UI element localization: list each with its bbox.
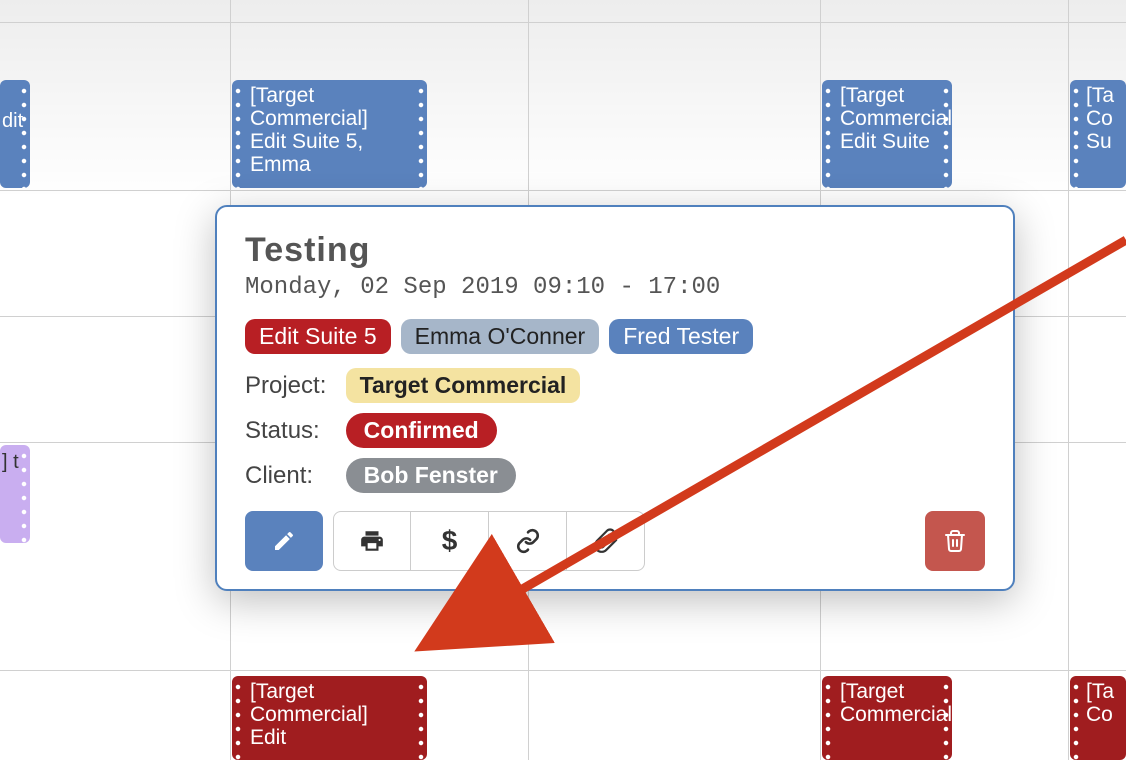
chip-project[interactable]: Target Commercial: [346, 368, 581, 403]
event-text: ] t: [2, 451, 19, 473]
film-strip-icon: [822, 80, 834, 188]
event-text: [Target Commercial] Edit Suite: [840, 84, 934, 153]
booking-chips: Edit Suite 5 Emma O'Conner Fred Tester: [245, 319, 985, 354]
event-text: [Target Commercial]: [840, 680, 934, 726]
link-icon: [515, 528, 541, 554]
film-strip-icon: [940, 80, 952, 188]
grid-hline: [0, 22, 1126, 23]
event-text: [Target Commercial] Edit Suite 5, Emma: [250, 84, 409, 176]
film-strip-icon: [1070, 676, 1082, 760]
cost-button[interactable]: $: [411, 511, 489, 571]
link-button[interactable]: [489, 511, 567, 571]
chip-person[interactable]: Emma O'Conner: [401, 319, 600, 354]
calendar-event[interactable]: [Ta Co: [1070, 676, 1126, 760]
paperclip-icon: [593, 528, 619, 554]
popup-datetime: Monday, 02 Sep 2019 09:10 - 17:00: [245, 274, 985, 301]
calendar-event[interactable]: [Ta Co Su: [1070, 80, 1126, 188]
attachment-button[interactable]: [567, 511, 645, 571]
grid-hline: [0, 190, 1126, 191]
print-button[interactable]: [333, 511, 411, 571]
film-strip-icon: [822, 676, 834, 760]
event-text: [Ta Co Su: [1086, 84, 1122, 153]
delete-button[interactable]: [925, 511, 985, 571]
popup-title: Testing: [245, 231, 985, 270]
film-strip-icon: [415, 80, 427, 188]
film-strip-icon: [415, 676, 427, 760]
dollar-icon: $: [442, 525, 458, 557]
client-label: Client:: [245, 462, 333, 490]
pencil-icon: [272, 529, 296, 553]
chip-status[interactable]: Confirmed: [346, 413, 497, 448]
status-label: Status:: [245, 417, 333, 445]
calendar-event[interactable]: [Target Commercial] Edit: [232, 676, 427, 760]
popup-toolbar: $: [245, 511, 985, 571]
calendar-event[interactable]: dit: [0, 80, 30, 188]
event-text: dit: [2, 110, 23, 132]
chip-client[interactable]: Bob Fenster: [346, 458, 516, 493]
client-row: Client: Bob Fenster: [245, 458, 985, 493]
film-strip-icon: [1070, 80, 1082, 188]
edit-button[interactable]: [245, 511, 323, 571]
top-shade: [0, 0, 1126, 200]
film-strip-icon: [232, 676, 244, 760]
chip-room[interactable]: Edit Suite 5: [245, 319, 391, 354]
calendar-event[interactable]: [Target Commercial] Edit Suite 5, Emma: [232, 80, 427, 188]
calendar-event[interactable]: [Target Commercial] Edit Suite: [822, 80, 952, 188]
grid-hline: [0, 670, 1126, 671]
event-text: [Target Commercial] Edit: [250, 680, 409, 749]
grid-vline: [1068, 0, 1069, 760]
calendar-event[interactable]: [Target Commercial]: [822, 676, 952, 760]
status-row: Status: Confirmed: [245, 413, 985, 448]
calendar-event[interactable]: ] t: [0, 445, 30, 543]
project-label: Project:: [245, 372, 333, 400]
project-row: Project: Target Commercial: [245, 368, 985, 403]
film-strip-icon: [18, 80, 30, 188]
chip-person[interactable]: Fred Tester: [609, 319, 753, 354]
event-popup: Testing Monday, 02 Sep 2019 09:10 - 17:0…: [215, 205, 1015, 591]
film-strip-icon: [232, 80, 244, 188]
event-text: [Ta Co: [1086, 680, 1122, 726]
print-icon: [359, 528, 385, 554]
film-strip-icon: [18, 445, 30, 543]
trash-icon: [943, 529, 967, 553]
